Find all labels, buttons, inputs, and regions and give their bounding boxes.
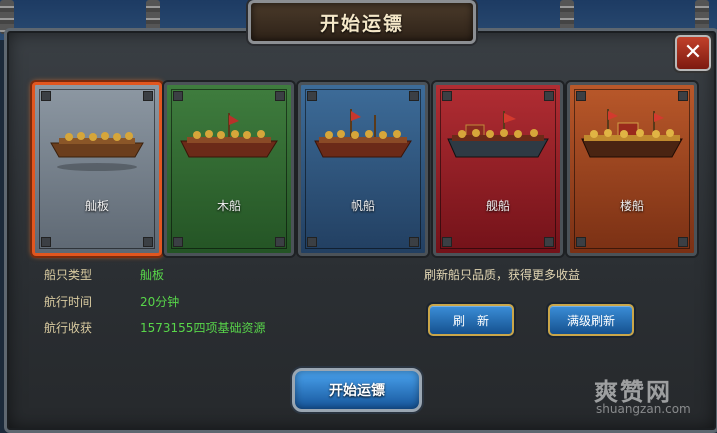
card-corner (41, 237, 51, 247)
card-corner (544, 237, 554, 247)
ship-card-wooden[interactable]: 木船 (164, 82, 294, 256)
close-button[interactable]: ✕ (675, 35, 711, 71)
card-corner (307, 237, 317, 247)
card-corner (143, 91, 153, 101)
ship-name: 舢板 (84, 199, 109, 213)
sail-time-label: 航行时间 (44, 295, 93, 309)
watermark-url: shuangzan.com (596, 402, 691, 416)
refresh-tip: 刷新船只品质，获得更多收益 (424, 268, 581, 282)
sailboat-icon (314, 109, 412, 158)
close-icon: ✕ (683, 40, 703, 65)
card-corner (143, 237, 153, 247)
card-corner (41, 91, 51, 101)
card-corner (544, 91, 554, 101)
card-corner (678, 91, 688, 101)
ship-card-tower-ship[interactable]: 楼船 (567, 82, 697, 256)
card-corner (173, 237, 183, 247)
card-corner (307, 91, 317, 101)
max-refresh-button[interactable]: 满级刷新 (548, 304, 634, 336)
reward-value: 1573155四项基础资源 (140, 321, 266, 335)
ship-card-sampan[interactable]: 舢板 (32, 82, 162, 256)
ship-card-sailboat[interactable]: 帆船 (298, 82, 428, 256)
title-plate: 开始运镖 (248, 0, 476, 44)
ship-name: 帆船 (350, 199, 375, 213)
tower-ship-icon (581, 109, 683, 158)
card-corner (275, 237, 285, 247)
wooden-boat-icon (180, 113, 278, 158)
card-corner (275, 91, 285, 101)
card-corner (442, 91, 452, 101)
dialog-title: 开始运镖 (319, 12, 404, 35)
card-corner (678, 237, 688, 247)
card-corner (409, 237, 419, 247)
warship-icon (447, 111, 549, 158)
site-watermark: 爽赞网 shuangzan.com (582, 372, 712, 422)
ship-type-label: 船只类型 (44, 268, 93, 282)
sail-time-value: 20分钟 (140, 295, 180, 309)
ship-name: 舰船 (485, 199, 510, 213)
reward-label: 航行收获 (44, 321, 93, 335)
sampan-boat-icon (50, 132, 144, 171)
ship-name: 楼船 (619, 199, 644, 213)
start-escort-button[interactable]: 开始运镖 (292, 368, 422, 412)
refresh-button[interactable]: 刷 新 (428, 304, 514, 336)
ship-card-warship[interactable]: 舰船 (433, 82, 563, 256)
card-corner (576, 91, 586, 101)
ship-name: 木船 (216, 199, 241, 213)
card-corner (409, 91, 419, 101)
card-corner (576, 237, 586, 247)
card-corner (173, 91, 183, 101)
ship-type-value: 舢板 (140, 268, 165, 282)
card-corner (442, 237, 452, 247)
